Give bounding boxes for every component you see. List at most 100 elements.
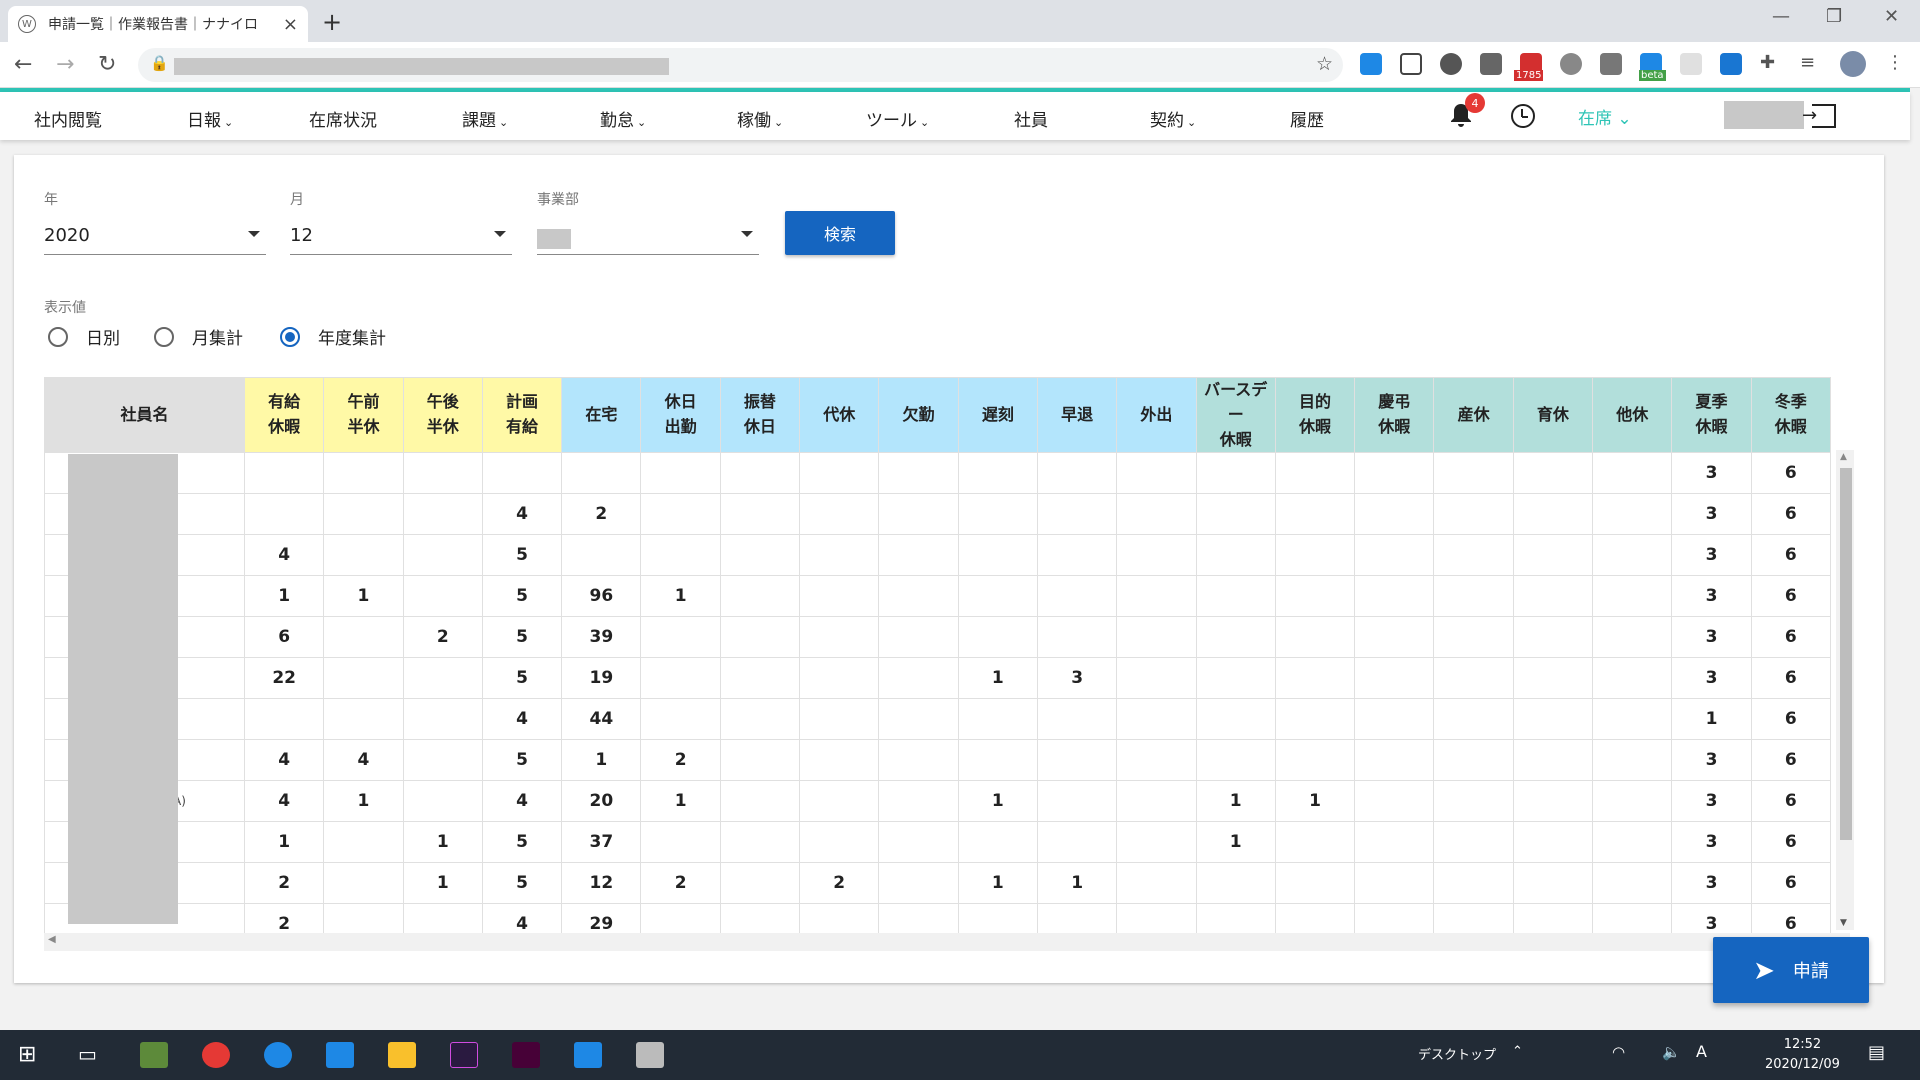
wifi-icon[interactable]: ◠ (1612, 1043, 1625, 1061)
value-cell (878, 739, 959, 782)
profile-avatar[interactable] (1840, 51, 1866, 77)
app-kanji-icon[interactable] (326, 1042, 354, 1068)
scroll-up-icon[interactable]: ▲ (1840, 452, 1847, 462)
nav-item-history[interactable]: 履歴 (1290, 106, 1324, 131)
table-row[interactable]: 1 1 5 96 1 3 6 (44, 575, 1831, 618)
clock-icon[interactable] (1511, 104, 1535, 128)
volume-icon[interactable]: 🔈 (1662, 1043, 1681, 1061)
file-explorer-icon[interactable] (388, 1042, 416, 1068)
reload-icon[interactable]: ↻ (98, 52, 116, 77)
send-icon: ➤ (1753, 954, 1775, 985)
url-redacted (174, 58, 669, 75)
windows-start-icon[interactable]: ⊞ (18, 1042, 36, 1067)
table-row[interactable]: 6 2 5 39 3 6 (44, 616, 1831, 659)
column-header-line1: 他休 (1616, 404, 1649, 424)
value-cell: 37 (561, 821, 642, 864)
bookmark-star-icon[interactable]: ☆ (1316, 53, 1333, 75)
status-dropdown[interactable]: 在席 ⌄ (1578, 104, 1632, 129)
back-icon[interactable]: ← (14, 52, 32, 77)
extension-grid-icon[interactable] (1400, 53, 1422, 75)
nav-item-tools[interactable]: ツール ⌄ (866, 106, 929, 131)
chrome-menu-icon[interactable]: ⋮ (1886, 52, 1904, 73)
nav-item-intranet[interactable]: 社内閲覧 (34, 106, 102, 131)
new-tab-icon[interactable]: + (322, 8, 342, 36)
radio-daily[interactable]: 日別 (48, 324, 120, 349)
ime-icon[interactable]: A (1696, 1042, 1707, 1061)
nav-item-issues[interactable]: 課題 ⌄ (462, 106, 508, 131)
app-window-icon[interactable] (636, 1042, 664, 1068)
nav-item-attendance[interactable]: 勤怠 ⌄ (600, 106, 646, 131)
extension-s-icon[interactable] (1360, 53, 1382, 75)
reading-list-icon[interactable]: ≡ (1800, 52, 1815, 73)
value-cell (1512, 698, 1594, 741)
address-bar[interactable]: 🔒 ☆ (138, 48, 1343, 82)
minimize-icon[interactable]: — (1772, 6, 1790, 27)
value-cell: 1 (640, 780, 721, 823)
extension-dropbox-icon[interactable] (1480, 53, 1502, 75)
nav-item-employees[interactable]: 社員 (1014, 106, 1048, 131)
table-row[interactable]: A) 4 1 4 20 1 1 1 1 3 6 (44, 780, 1831, 823)
extension-image-icon[interactable] (1600, 53, 1622, 75)
department-select[interactable]: 事業部 (537, 189, 759, 255)
browser-tab[interactable]: W 申請一覧｜作業報告書｜ナナイロ × (8, 6, 308, 42)
year-select[interactable]: 年 2020 (44, 189, 266, 255)
nav-item-contracts[interactable]: 契約 ⌄ (1150, 106, 1196, 131)
value-cell (1036, 698, 1118, 741)
table-row[interactable]: 1 1 5 37 1 3 6 (44, 821, 1831, 864)
logout-icon[interactable] (1802, 104, 1836, 128)
nav-item-presence[interactable]: 在席状況 (309, 106, 377, 131)
scroll-left-icon[interactable]: ◀ (48, 934, 56, 945)
edge-icon[interactable] (264, 1042, 292, 1068)
close-tab-icon[interactable]: × (283, 14, 298, 35)
table-row[interactable]: 42 36 (44, 493, 1831, 536)
vscode-icon[interactable] (574, 1042, 602, 1068)
search-button[interactable]: 検索 (785, 211, 895, 255)
table-row[interactable]: 36 (44, 452, 1831, 495)
vertical-scrollbar[interactable]: ▲ ▼ (1836, 450, 1854, 930)
app-explorer-icon[interactable] (140, 1042, 168, 1068)
value-cell: 4 (243, 780, 325, 823)
radio-yearly[interactable]: 年度集計 (280, 324, 386, 349)
value-cell (1592, 575, 1673, 618)
table-row[interactable]: 4 44 1 6 (44, 698, 1831, 741)
notifications-icon[interactable]: ▤ (1868, 1042, 1885, 1063)
app-ps-icon[interactable] (450, 1042, 478, 1068)
extension-skype-icon[interactable] (1440, 53, 1462, 75)
close-window-icon[interactable]: ✕ (1884, 6, 1899, 27)
value-cell (1195, 739, 1276, 782)
extension-tool-icon[interactable] (1720, 53, 1742, 75)
scrollbar-thumb[interactable] (1840, 468, 1852, 840)
nav-item-operation[interactable]: 稼働 ⌄ (737, 106, 783, 131)
tray-chevron-icon[interactable]: ⌃ (1512, 1044, 1523, 1059)
extension-chat-icon[interactable] (1560, 53, 1582, 75)
value-cell (640, 698, 721, 741)
restore-icon[interactable]: ❐ (1826, 6, 1842, 27)
value-cell (719, 657, 801, 700)
chrome-icon[interactable] (202, 1042, 230, 1068)
task-view-icon[interactable]: ▭ (78, 1042, 97, 1066)
month-select[interactable]: 月 12 (290, 189, 512, 255)
value-cell: 1 (402, 862, 483, 905)
apply-button[interactable]: ➤ 申請 (1713, 937, 1869, 1003)
extension-blank-icon[interactable] (1680, 53, 1702, 75)
adobe-xd-icon[interactable] (512, 1042, 540, 1068)
taskbar-clock[interactable]: 12:52 2020/12/09 (1765, 1035, 1840, 1075)
nav-item-daily-report[interactable]: 日報 ⌄ (187, 106, 233, 131)
radio-monthly[interactable]: 月集計 (154, 324, 243, 349)
column-header-line1: 代休 (823, 404, 856, 424)
table-row[interactable]: 2 1 5 12 2 2 1 1 3 6 (44, 862, 1831, 905)
table-row[interactable]: 4 5 36 (44, 534, 1831, 577)
extensions-puzzle-icon[interactable]: ✚ (1760, 52, 1775, 73)
value-cell: 5 (481, 862, 563, 905)
value-cell (1354, 575, 1435, 618)
value-cell: 6 (1750, 780, 1831, 823)
horizontal-scrollbar[interactable]: ◀ (44, 933, 1850, 951)
value-cell (1274, 575, 1356, 618)
value-cell (1433, 698, 1514, 741)
forward-icon[interactable]: → (56, 52, 74, 77)
desktop-toolbar-label[interactable]: デスクトップ (1418, 1044, 1496, 1063)
scroll-down-icon[interactable]: ▼ (1840, 918, 1847, 928)
nav-label: 課題 (462, 111, 496, 131)
table-row[interactable]: 44 512 36 (44, 739, 1831, 782)
table-row[interactable]: 22 5 19 1 3 3 6 (44, 657, 1831, 700)
